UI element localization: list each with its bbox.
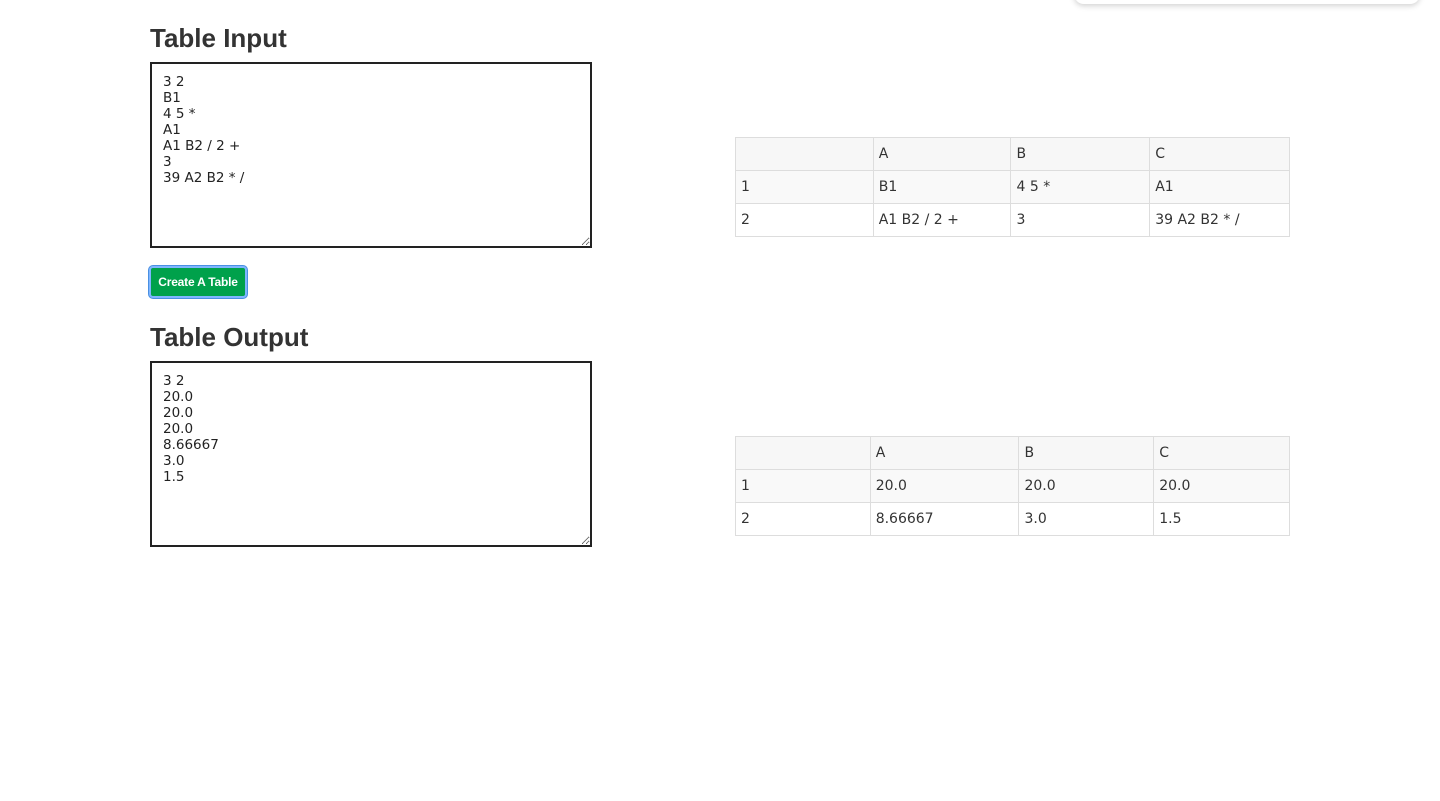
- table-cell: 4 5 *: [1010, 170, 1151, 204]
- row-label-cell: 2: [735, 502, 871, 536]
- table-cell: 20.0: [869, 469, 1020, 503]
- table-row: 1 B1 4 5 * A1: [735, 170, 1290, 204]
- output-grid-table: A B C 1 20.0 20.0 20.0 2 8.66667 3.0 1.5: [735, 436, 1290, 536]
- table-row: 2 8.66667 3.0 1.5: [735, 502, 1290, 536]
- table-cell: 3: [1010, 203, 1151, 237]
- header-cell-b: B: [1010, 137, 1151, 171]
- popup-edge: [1074, 0, 1420, 4]
- table-input-textarea[interactable]: 3 2 B1 4 5 * A1 A1 B2 / 2 + 3 39 A2 B2 *…: [150, 62, 592, 248]
- table-input-title: Table Input: [150, 23, 287, 53]
- header-cell-corner: [735, 137, 874, 171]
- table-output-title: Table Output: [150, 322, 309, 352]
- header-cell-a: A: [872, 137, 1012, 171]
- table-cell: B1: [872, 170, 1012, 204]
- table-output-textarea[interactable]: 3 2 20.0 20.0 20.0 8.66667 3.0 1.5: [150, 361, 592, 547]
- header-cell-a: A: [869, 436, 1020, 470]
- table-header-row: A B C: [735, 137, 1290, 171]
- header-cell-b: B: [1018, 436, 1155, 470]
- table-cell: A1 B2 / 2 +: [872, 203, 1012, 237]
- table-header-row: A B C: [735, 436, 1290, 470]
- table-cell: 1.5: [1153, 502, 1290, 536]
- table-cell: 39 A2 B2 * /: [1149, 203, 1290, 237]
- header-cell-c: C: [1153, 436, 1290, 470]
- table-cell: A1: [1149, 170, 1290, 204]
- header-cell-c: C: [1149, 137, 1290, 171]
- input-grid-table: A B C 1 B1 4 5 * A1 2 A1 B2 / 2 + 3 39 A…: [735, 137, 1290, 237]
- table-cell: 8.66667: [869, 502, 1020, 536]
- row-label-cell: 2: [735, 203, 874, 237]
- header-cell-corner: [735, 436, 871, 470]
- row-label-cell: 1: [735, 469, 871, 503]
- table-row: 1 20.0 20.0 20.0: [735, 469, 1290, 503]
- table-cell: 20.0: [1153, 469, 1290, 503]
- table-cell: 20.0: [1018, 469, 1155, 503]
- row-label-cell: 1: [735, 170, 874, 204]
- table-cell: 3.0: [1018, 502, 1155, 536]
- create-table-button[interactable]: Create A Table: [149, 266, 247, 298]
- table-row: 2 A1 B2 / 2 + 3 39 A2 B2 * /: [735, 203, 1290, 237]
